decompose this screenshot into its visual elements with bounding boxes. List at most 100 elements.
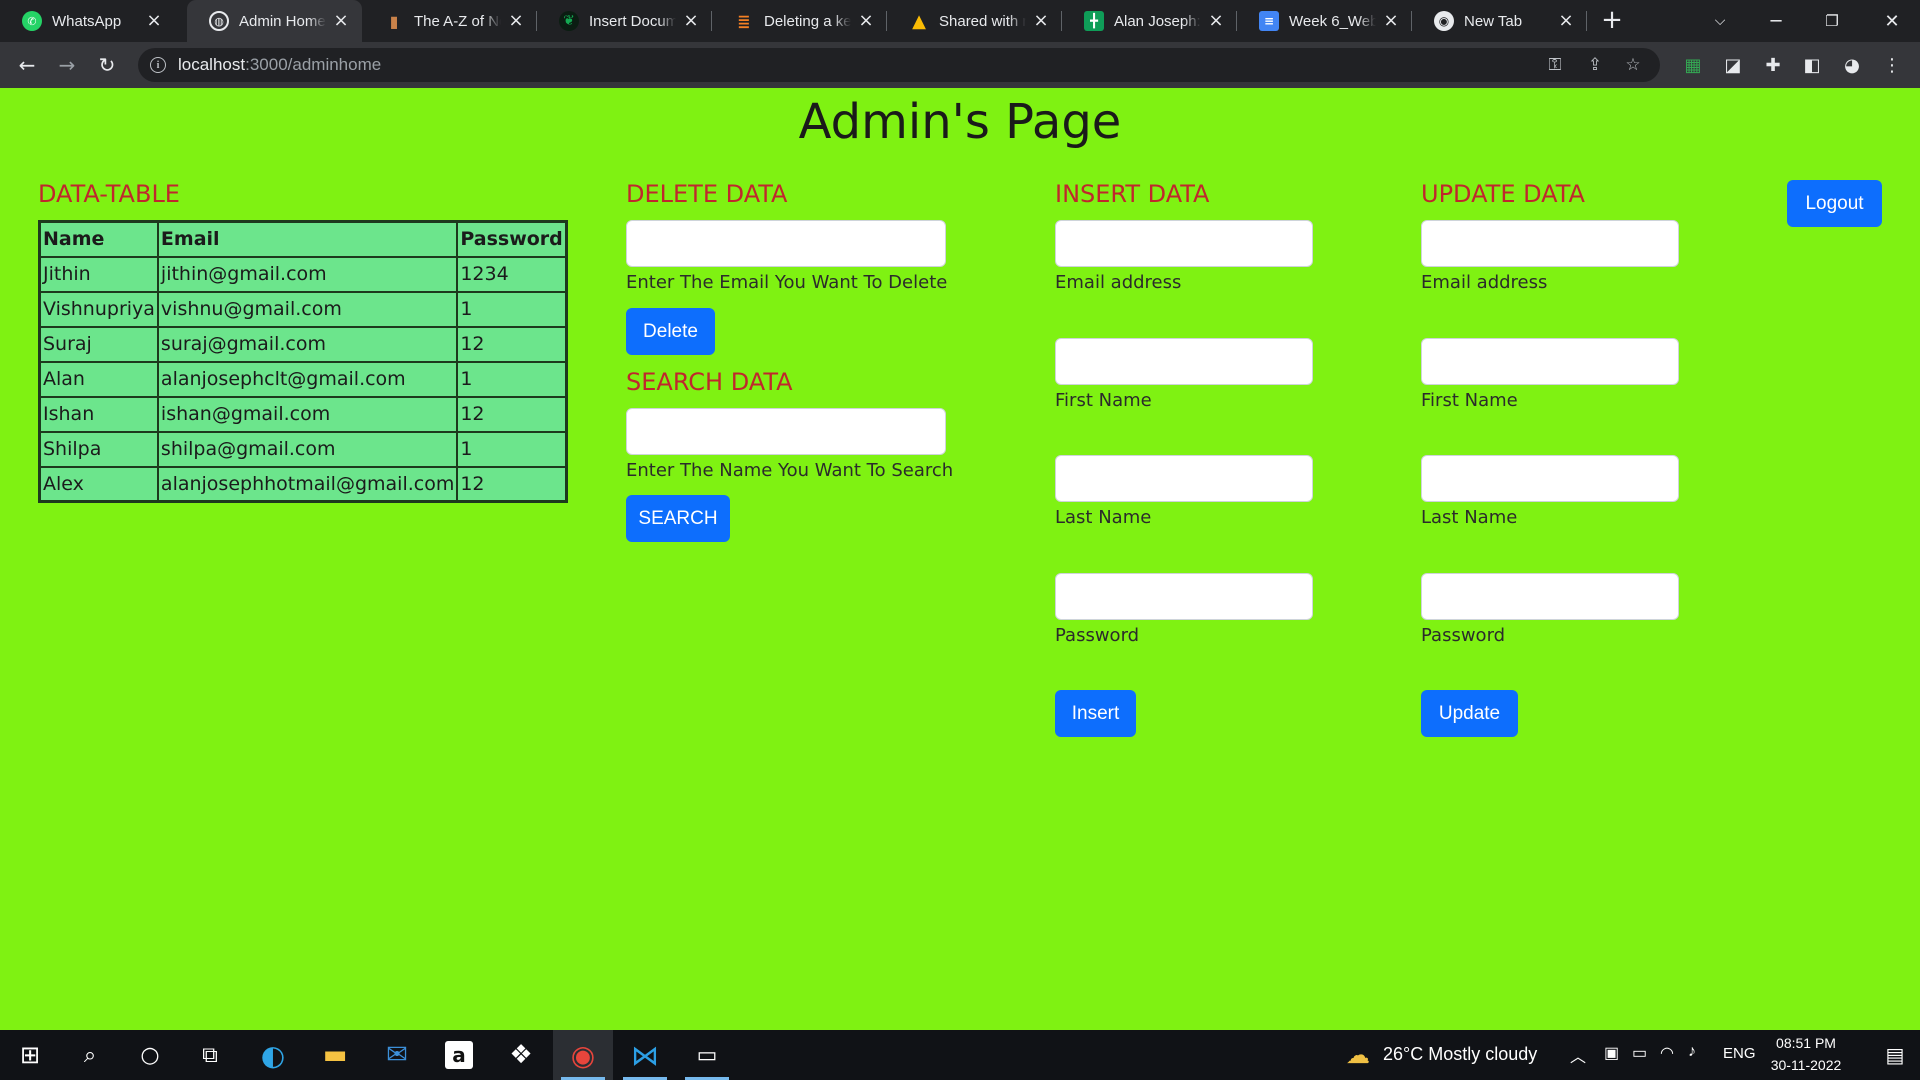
info-icon[interactable]: i — [150, 57, 166, 73]
tab-week-6-web[interactable]: ≡ Week 6_Web × — [1237, 0, 1412, 42]
search-button[interactable]: SEARCH — [626, 495, 730, 542]
close-icon[interactable]: × — [507, 12, 525, 30]
tab-insert-document[interactable]: ❦ Insert Docume × — [537, 0, 712, 42]
battery-icon[interactable]: ▭ — [1632, 1043, 1647, 1063]
restore-icon[interactable]: ❐ — [1804, 0, 1860, 42]
tab-whatsapp[interactable]: ✆ WhatsApp × — [0, 0, 175, 42]
update-last-name-input[interactable] — [1421, 455, 1679, 502]
tab-new-tab[interactable]: ◉ New Tab × — [1412, 0, 1587, 42]
logout-button[interactable]: Logout — [1787, 180, 1882, 227]
minimize-icon[interactable]: ─ — [1748, 0, 1804, 42]
device-icon[interactable]: ▣ — [1604, 1043, 1619, 1063]
tab-admin-home[interactable]: ◍ Admin Home × — [187, 0, 362, 42]
tab-deleting-a-key[interactable]: ≣ Deleting a key × — [712, 0, 887, 42]
update-first-name-input[interactable] — [1421, 338, 1679, 385]
cell-name: Jithin — [38, 255, 159, 293]
search-icon[interactable]: ⌕ — [60, 1030, 120, 1080]
column-header: Password — [456, 220, 568, 258]
key-icon[interactable]: ⚿ — [1540, 48, 1570, 82]
weather-cloud-icon[interactable]: ☁ — [1328, 1030, 1388, 1080]
language-indicator[interactable]: ENG — [1723, 1045, 1756, 1062]
cell-name: Alan — [38, 360, 159, 398]
volume-icon[interactable]: ♪ — [1688, 1043, 1696, 1061]
tab-search-icon[interactable]: ⌵ — [1692, 0, 1748, 42]
clock-time[interactable]: 08:51 PM — [1766, 1035, 1846, 1051]
close-icon[interactable]: × — [332, 12, 350, 30]
admin-page: Admin's Page DATA-TABLE Name Email Passw… — [0, 88, 1920, 1030]
tab-title: Deleting a key — [764, 12, 851, 30]
side-panel-icon[interactable]: ◧ — [1797, 50, 1827, 80]
puzzle-icon[interactable]: ✚ — [1758, 50, 1788, 80]
close-icon[interactable]: × — [857, 12, 875, 30]
bookmark-star-icon[interactable]: ☆ — [1618, 48, 1648, 82]
tab-title: Insert Docume — [589, 12, 676, 30]
update-password-label: Password — [1421, 625, 1506, 646]
cell-name: Suraj — [38, 325, 159, 363]
close-icon[interactable]: × — [1207, 12, 1225, 30]
wifi-icon[interactable]: ◠ — [1660, 1043, 1674, 1063]
reload-icon[interactable]: ↻ — [92, 50, 122, 80]
profile-avatar-icon[interactable]: ◕ — [1837, 50, 1867, 80]
close-icon[interactable]: × — [1557, 12, 1575, 30]
tab-alan-joseph-sheet[interactable]: ╋ Alan Joseph:B × — [1062, 0, 1237, 42]
update-button[interactable]: Update — [1421, 690, 1518, 737]
terminal-icon[interactable]: ▭ — [677, 1030, 737, 1080]
share-icon[interactable]: ⇪ — [1580, 48, 1610, 82]
delete-email-label: Enter The Email You Want To Delete — [626, 272, 948, 293]
file-explorer-icon[interactable]: ▬ — [305, 1030, 365, 1080]
close-window-icon[interactable]: ✕ — [1864, 0, 1920, 42]
close-icon[interactable]: × — [145, 12, 163, 30]
forward-icon[interactable]: → — [52, 50, 82, 80]
extension-icon[interactable]: ◪ — [1718, 50, 1748, 80]
tab-a-z-of-node[interactable]: ▮ The A-Z of No × — [362, 0, 537, 42]
insert-first-name-label: First Name — [1055, 390, 1152, 411]
close-icon[interactable]: × — [1032, 12, 1050, 30]
insert-button[interactable]: Insert — [1055, 690, 1136, 737]
update-email-input[interactable] — [1421, 220, 1679, 267]
cell-email: vishnu@gmail.com — [156, 290, 459, 328]
insert-first-name-input[interactable] — [1055, 338, 1313, 385]
chevron-up-icon[interactable]: ︿ — [1570, 1043, 1586, 1067]
windows-start-icon[interactable]: ⊞ — [0, 1030, 60, 1080]
cell-name: Vishnupriya — [38, 290, 159, 328]
weather-text[interactable]: 26°C Mostly cloudy — [1383, 1044, 1537, 1065]
amazon-icon[interactable]: a — [429, 1030, 489, 1080]
tab-title: New Tab — [1464, 12, 1523, 30]
close-icon[interactable]: × — [1382, 12, 1400, 30]
vscode-icon[interactable]: ⋈ — [615, 1030, 675, 1080]
cortana-icon[interactable]: ○ — [120, 1030, 180, 1080]
globe-icon: ◍ — [209, 11, 229, 31]
delete-button[interactable]: Delete — [626, 308, 715, 355]
cell-name: Ishan — [38, 395, 159, 433]
new-tab-button[interactable]: + — [1599, 7, 1625, 34]
delete-data-heading: DELETE DATA — [626, 180, 788, 208]
clock-date[interactable]: 30-11-2022 — [1766, 1057, 1846, 1073]
update-password-input[interactable] — [1421, 573, 1679, 620]
menu-kebab-icon[interactable]: ⋮ — [1877, 50, 1907, 80]
search-name-input[interactable] — [626, 408, 946, 455]
tab-title: Alan Joseph:B — [1114, 12, 1201, 30]
delete-email-input[interactable] — [626, 220, 946, 267]
mail-icon[interactable]: ✉ — [367, 1030, 427, 1080]
google-drive-icon: ▲ — [912, 10, 926, 32]
cell-email: jithin@gmail.com — [156, 255, 459, 293]
insert-last-name-label: Last Name — [1055, 507, 1152, 528]
tab-shared-with-me[interactable]: ▲ Shared with m × — [887, 0, 1062, 42]
chrome-taskbar-icon[interactable]: ◉ — [553, 1030, 613, 1080]
url-text: localhost:3000/adminhome — [178, 55, 382, 74]
insert-last-name-input[interactable] — [1055, 455, 1313, 502]
edge-icon[interactable]: ◐ — [243, 1030, 303, 1080]
close-icon[interactable]: × — [682, 12, 700, 30]
notification-icon[interactable]: ▤ — [1870, 1030, 1920, 1080]
dropbox-icon[interactable]: ❖ — [491, 1030, 551, 1080]
browser-toolbar: ← → ↻ i localhost:3000/adminhome ⚿ ⇪ ☆ — [0, 42, 1920, 88]
task-view-icon[interactable]: ⧉ — [180, 1030, 240, 1080]
extension-icon[interactable]: ▦ — [1678, 50, 1708, 80]
insert-password-input[interactable] — [1055, 573, 1313, 620]
mongodb-leaf-icon: ❦ — [559, 11, 579, 31]
back-icon[interactable]: ← — [12, 50, 42, 80]
address-bar[interactable]: i localhost:3000/adminhome ⚿ ⇪ ☆ — [138, 48, 1660, 82]
browser-tab-strip: ✆ WhatsApp × ◍ Admin Home × ▮ The A-Z of… — [0, 0, 1920, 42]
cell-email: ishan@gmail.com — [156, 395, 459, 433]
insert-email-input[interactable] — [1055, 220, 1313, 267]
